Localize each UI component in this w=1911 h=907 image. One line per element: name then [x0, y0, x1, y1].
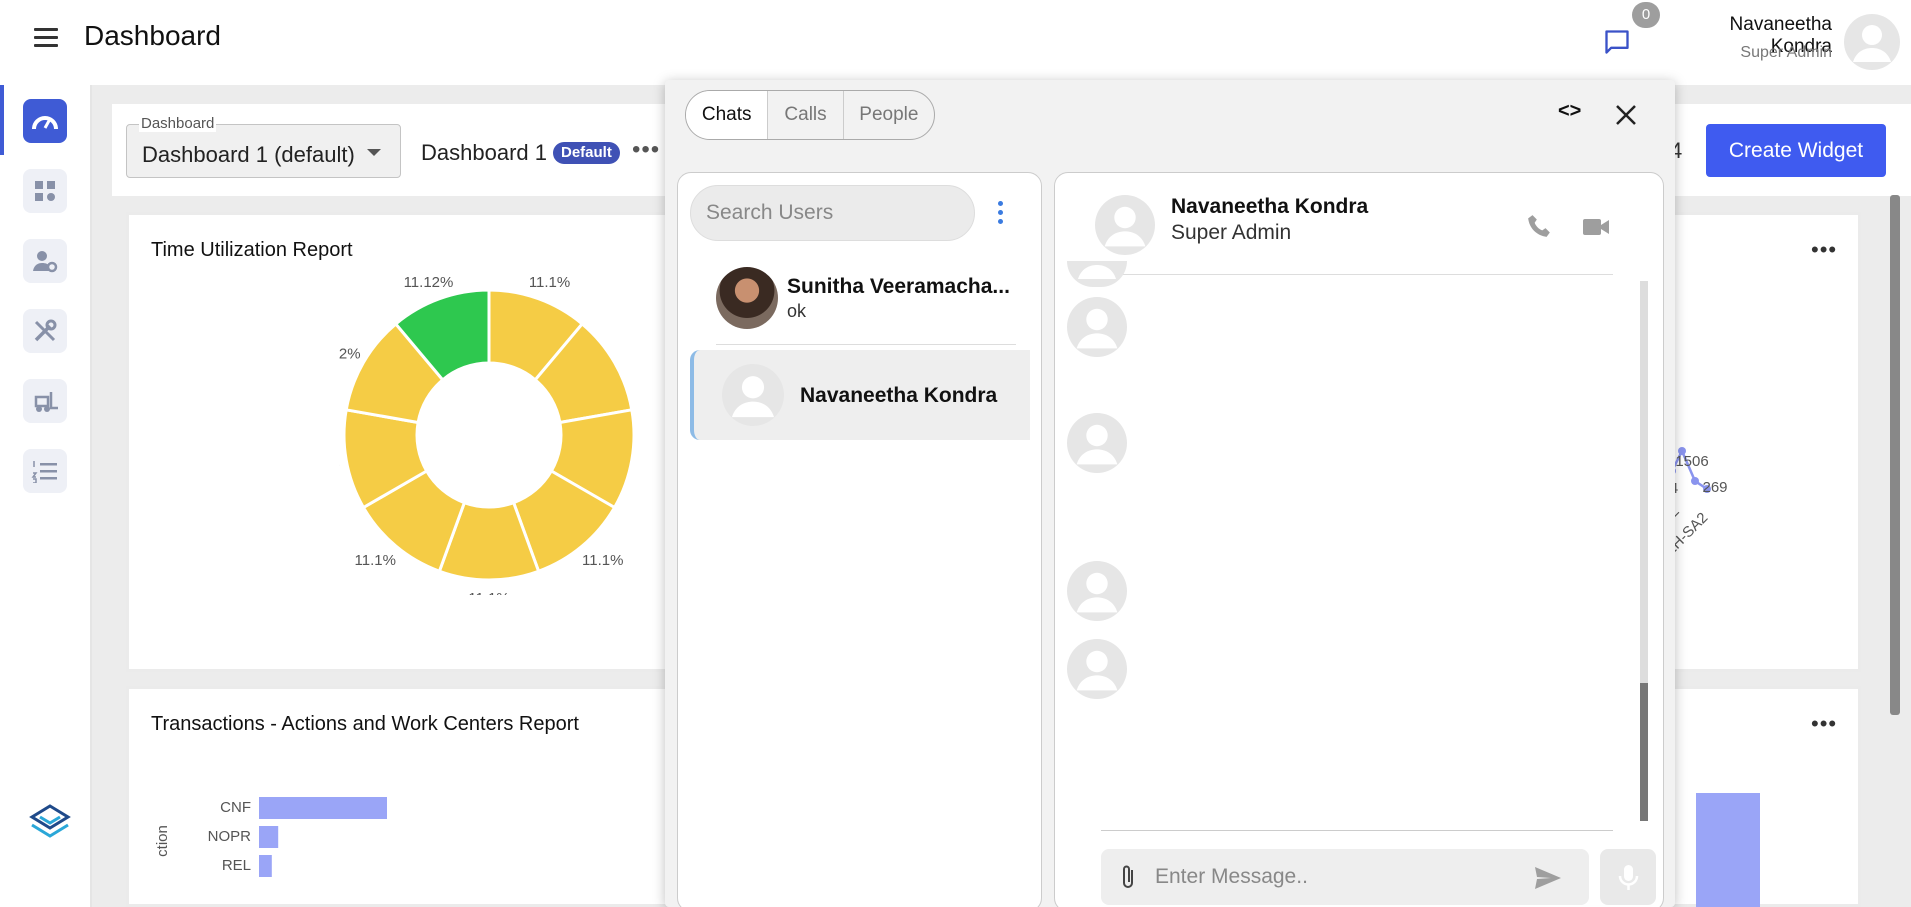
create-widget-button[interactable]: Create Widget	[1706, 124, 1886, 177]
point-data-label: 269	[1702, 479, 1727, 496]
microphone-button[interactable]	[1600, 849, 1656, 905]
conversation-role: Super Admin	[1171, 221, 1292, 244]
donut-slice-label: 11.12%	[339, 455, 340, 472]
tab-chats[interactable]: Chats	[686, 91, 768, 139]
video-call-icon[interactable]	[1582, 217, 1610, 237]
bar[interactable]	[259, 797, 387, 819]
expand-code-icon[interactable]: <>	[1558, 100, 1581, 123]
widget-title: Time Utilization Report	[151, 239, 353, 261]
message-avatar-icon	[1067, 297, 1127, 357]
caret-down-icon	[367, 149, 381, 156]
contact-item[interactable]: Sunitha Veeramacha... ok	[690, 253, 1030, 343]
default-avatar-icon	[722, 364, 784, 426]
numbered-list-icon	[31, 461, 57, 483]
page-title: Dashboard	[84, 20, 221, 51]
donut-slice-label: 11.1%	[355, 552, 396, 569]
tools-icon	[34, 319, 57, 342]
right-bar-mark	[1696, 793, 1760, 907]
sidebar-item-list[interactable]	[23, 449, 67, 493]
attach-paperclip-icon[interactable]	[1117, 863, 1139, 891]
sidebar-item-tools[interactable]	[23, 309, 67, 353]
contact-name: Sunitha Veeramacha...	[787, 275, 1010, 298]
chat-tabs: Chats Calls People	[685, 90, 935, 140]
dashboard-name: Dashboard 1	[421, 140, 547, 165]
phone-call-icon[interactable]	[1526, 213, 1552, 239]
speedometer-icon	[32, 116, 58, 130]
conversation-name: Navaneetha Kondra	[1171, 195, 1369, 218]
widget-more-icon[interactable]: •••	[1811, 237, 1837, 263]
chat-notification-badge: 0	[1632, 2, 1660, 28]
contact-divider	[716, 344, 1016, 345]
conversation-avatar-icon	[1095, 195, 1155, 255]
chat-icon[interactable]	[1602, 28, 1632, 56]
y-tick-label: CNF	[220, 799, 251, 816]
sidebar-item-equipment[interactable]	[23, 379, 67, 423]
y-axis-label: ction	[154, 825, 171, 857]
hamburger-menu-icon[interactable]	[34, 28, 58, 48]
time-utilization-donut: 11.1% 11.1% 11.1% 11.12% 11.12% 11.12% 11.1%	[339, 274, 636, 595]
message-avatar-icon	[1067, 413, 1127, 473]
y-tick-label: REL	[222, 857, 251, 874]
message-avatar-icon	[1067, 561, 1127, 621]
message-avatar-icon	[1067, 639, 1127, 699]
users-panel: Sunitha Veeramacha... ok Navaneetha Kond…	[677, 172, 1042, 907]
dashboard-more-icon[interactable]: •••	[632, 136, 660, 164]
bar[interactable]	[259, 855, 272, 877]
conversation-header-divider	[1101, 274, 1613, 275]
message-avatar-icon	[1067, 261, 1127, 287]
message-scrollbar-thumb[interactable]	[1640, 683, 1648, 821]
widget-title: Transactions - Actions and Work Centers …	[151, 713, 579, 735]
tab-calls[interactable]: Calls	[767, 91, 842, 139]
default-badge: Default	[553, 142, 620, 164]
layers-logo-icon	[29, 804, 71, 838]
donut-slice-label: 11.12%	[339, 346, 361, 363]
sidebar-active-indicator	[0, 85, 4, 155]
message-composer	[1101, 849, 1589, 905]
sidebar-item-dashboard[interactable]	[23, 99, 67, 143]
conversation-panel: Navaneetha Kondra Super Admin	[1054, 172, 1664, 907]
sidebar	[0, 85, 92, 907]
bar[interactable]	[259, 826, 279, 848]
search-users-input[interactable]	[690, 185, 975, 241]
sidebar-item-widgets[interactable]	[23, 169, 67, 213]
more-vertical-icon[interactable]	[998, 201, 1004, 228]
composer-divider	[1101, 830, 1613, 831]
widget-more-icon[interactable]: •••	[1811, 711, 1837, 737]
transactions-bar-chart: ction CNF NOPR REL	[154, 797, 387, 877]
donut-slice-label: 11.1%	[582, 552, 623, 569]
donut-slice-label: 11.12%	[404, 274, 454, 291]
dashboard-select-value: Dashboard 1 (default)	[142, 142, 355, 167]
series-point[interactable]	[1691, 477, 1699, 485]
user-avatar-icon[interactable]	[1844, 14, 1900, 70]
contact-photo-avatar	[716, 267, 778, 329]
forklift-icon	[34, 392, 58, 412]
chat-panel: Chats Calls People <> Sunitha Veeramacha…	[665, 80, 1675, 907]
page-scrollbar[interactable]	[1890, 195, 1900, 715]
close-icon[interactable]	[1611, 100, 1641, 130]
widgets-icon	[35, 181, 55, 201]
contact-last-message: ok	[787, 301, 807, 321]
donut-slice-label: 11.1%	[468, 590, 509, 595]
user-settings-icon	[33, 251, 58, 273]
sidebar-item-user-management[interactable]	[23, 239, 67, 283]
top-header: Dashboard 0 Navaneetha Kondra Super Admi…	[0, 0, 1911, 85]
dashboard-select-label: Dashboard	[139, 115, 217, 132]
y-tick-label: NOPR	[208, 828, 252, 845]
send-icon[interactable]	[1533, 865, 1563, 891]
message-input[interactable]	[1155, 855, 1495, 899]
tab-people[interactable]: People	[842, 91, 934, 139]
dashboard-select[interactable]: Dashboard Dashboard 1 (default)	[126, 115, 401, 178]
donut-slice-label: 11.1%	[529, 274, 570, 291]
contact-item-selected[interactable]: Navaneetha Kondra	[690, 350, 1030, 440]
contact-name: Navaneetha Kondra	[800, 384, 998, 407]
microphone-icon	[1618, 865, 1639, 890]
point-data-label: 1506	[1675, 453, 1708, 470]
user-role: Super Admin	[1740, 44, 1832, 61]
